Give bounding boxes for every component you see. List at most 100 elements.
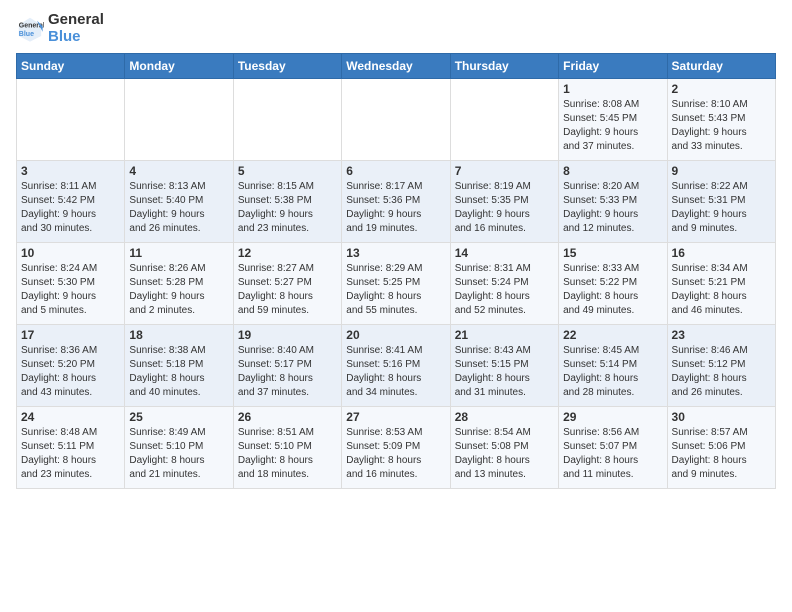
week-row-2: 3Sunrise: 8:11 AMSunset: 5:42 PMDaylight… (17, 161, 776, 243)
day-number: 5 (238, 164, 337, 178)
day-number: 11 (129, 246, 228, 260)
day-number: 13 (346, 246, 445, 260)
day-number: 7 (455, 164, 554, 178)
day-number: 21 (455, 328, 554, 342)
logo-blue: Blue (48, 29, 104, 46)
day-cell (450, 79, 558, 161)
day-info: Sunrise: 8:17 AMSunset: 5:36 PMDaylight:… (346, 180, 445, 236)
logo: General Blue General Blue (16, 12, 104, 45)
page-container: General Blue General Blue SundayMondayTu… (0, 0, 792, 497)
day-info: Sunrise: 8:54 AMSunset: 5:08 PMDaylight:… (455, 426, 554, 482)
day-number: 6 (346, 164, 445, 178)
day-cell: 17Sunrise: 8:36 AMSunset: 5:20 PMDayligh… (17, 325, 125, 407)
week-row-3: 10 Sunrise: 8:24 AMSunset: 5:30 PMDayligh… (17, 243, 776, 325)
day-number: 10 (21, 246, 120, 260)
col-header-friday: Friday (559, 54, 667, 79)
day-info: Sunrise: 8:38 AMSunset: 5:18 PMDaylight:… (129, 344, 228, 400)
day-number: 14 (455, 246, 554, 260)
day-cell: 6 Sunrise: 8:17 AMSunset: 5:36 PMDaylight… (342, 161, 450, 243)
day-cell (342, 79, 450, 161)
day-cell: 20 Sunrise: 8:41 AMSunset: 5:16 PMDayligh… (342, 325, 450, 407)
svg-text:Blue: Blue (19, 31, 34, 38)
day-cell (233, 79, 341, 161)
day-info: Sunrise: 8:15 AMSunset: 5:38 PMDaylight:… (238, 180, 337, 236)
day-info: Sunrise: 8:36 AMSunset: 5:20 PMDaylight:… (21, 344, 120, 400)
day-info: Sunrise: 8:19 AMSunset: 5:35 PMDaylight:… (455, 180, 554, 236)
day-cell: 25 Sunrise: 8:49 AMSunset: 5:10 PMDayligh… (125, 407, 233, 489)
day-info: Sunrise: 8:27 AMSunset: 5:27 PMDaylight:… (238, 262, 337, 318)
week-row-5: 24Sunrise: 8:48 AMSunset: 5:11 PMDayligh… (17, 407, 776, 489)
day-cell: 15 Sunrise: 8:33 AMSunset: 5:22 PMDayligh… (559, 243, 667, 325)
day-cell (17, 79, 125, 161)
day-info: Sunrise: 8:57 AMSunset: 5:06 PMDaylight:… (672, 426, 771, 482)
day-number: 28 (455, 410, 554, 424)
day-number: 3 (21, 164, 120, 178)
day-cell: 16 Sunrise: 8:34 AMSunset: 5:21 PMDayligh… (667, 243, 775, 325)
col-header-monday: Monday (125, 54, 233, 79)
day-cell: 27 Sunrise: 8:53 AMSunset: 5:09 PMDayligh… (342, 407, 450, 489)
day-info: Sunrise: 8:51 AMSunset: 5:10 PMDaylight:… (238, 426, 337, 482)
day-number: 26 (238, 410, 337, 424)
day-info: Sunrise: 8:29 AMSunset: 5:25 PMDaylight:… (346, 262, 445, 318)
day-cell: 23 Sunrise: 8:46 AMSunset: 5:12 PMDayligh… (667, 325, 775, 407)
day-number: 9 (672, 164, 771, 178)
day-cell: 10 Sunrise: 8:24 AMSunset: 5:30 PMDayligh… (17, 243, 125, 325)
day-cell: 12 Sunrise: 8:27 AMSunset: 5:27 PMDayligh… (233, 243, 341, 325)
day-cell: 8 Sunrise: 8:20 AMSunset: 5:33 PMDaylight… (559, 161, 667, 243)
day-number: 15 (563, 246, 662, 260)
day-info: Sunrise: 8:49 AMSunset: 5:10 PMDaylight:… (129, 426, 228, 482)
day-number: 22 (563, 328, 662, 342)
day-cell: 11Sunrise: 8:26 AMSunset: 5:28 PMDayligh… (125, 243, 233, 325)
day-cell (125, 79, 233, 161)
day-cell: 9 Sunrise: 8:22 AMSunset: 5:31 PMDaylight… (667, 161, 775, 243)
day-number: 20 (346, 328, 445, 342)
calendar-table: SundayMondayTuesdayWednesdayThursdayFrid… (16, 53, 776, 489)
day-cell: 3Sunrise: 8:11 AMSunset: 5:42 PMDaylight… (17, 161, 125, 243)
day-cell: 13 Sunrise: 8:29 AMSunset: 5:25 PMDayligh… (342, 243, 450, 325)
day-info: Sunrise: 8:34 AMSunset: 5:21 PMDaylight:… (672, 262, 771, 318)
day-info: Sunrise: 8:45 AMSunset: 5:14 PMDaylight:… (563, 344, 662, 400)
day-info: Sunrise: 8:33 AMSunset: 5:22 PMDaylight:… (563, 262, 662, 318)
day-number: 4 (129, 164, 228, 178)
col-header-saturday: Saturday (667, 54, 775, 79)
day-number: 25 (129, 410, 228, 424)
day-info: Sunrise: 8:10 AMSunset: 5:43 PMDaylight:… (672, 98, 771, 154)
day-cell: 21Sunrise: 8:43 AMSunset: 5:15 PMDayligh… (450, 325, 558, 407)
day-cell: 30 Sunrise: 8:57 AMSunset: 5:06 PMDayligh… (667, 407, 775, 489)
day-info: Sunrise: 8:22 AMSunset: 5:31 PMDaylight:… (672, 180, 771, 236)
day-number: 29 (563, 410, 662, 424)
logo-general: General (48, 12, 104, 29)
day-number: 27 (346, 410, 445, 424)
day-cell: 14 Sunrise: 8:31 AMSunset: 5:24 PMDayligh… (450, 243, 558, 325)
day-info: Sunrise: 8:13 AMSunset: 5:40 PMDaylight:… (129, 180, 228, 236)
day-info: Sunrise: 8:24 AMSunset: 5:30 PMDaylight:… (21, 262, 120, 318)
day-number: 1 (563, 82, 662, 96)
day-cell: 22 Sunrise: 8:45 AMSunset: 5:14 PMDayligh… (559, 325, 667, 407)
day-number: 30 (672, 410, 771, 424)
week-row-1: 1 Sunrise: 8:08 AMSunset: 5:45 PMDaylight… (17, 79, 776, 161)
day-number: 12 (238, 246, 337, 260)
day-cell: 19Sunrise: 8:40 AMSunset: 5:17 PMDayligh… (233, 325, 341, 407)
day-number: 16 (672, 246, 771, 260)
day-cell: 4 Sunrise: 8:13 AMSunset: 5:40 PMDaylight… (125, 161, 233, 243)
day-info: Sunrise: 8:08 AMSunset: 5:45 PMDaylight:… (563, 98, 662, 154)
day-info: Sunrise: 8:46 AMSunset: 5:12 PMDaylight:… (672, 344, 771, 400)
day-cell: 24Sunrise: 8:48 AMSunset: 5:11 PMDayligh… (17, 407, 125, 489)
day-info: Sunrise: 8:20 AMSunset: 5:33 PMDaylight:… (563, 180, 662, 236)
day-number: 8 (563, 164, 662, 178)
day-info: Sunrise: 8:48 AMSunset: 5:11 PMDaylight:… (21, 426, 120, 482)
day-info: Sunrise: 8:41 AMSunset: 5:16 PMDaylight:… (346, 344, 445, 400)
col-header-wednesday: Wednesday (342, 54, 450, 79)
day-info: Sunrise: 8:31 AMSunset: 5:24 PMDaylight:… (455, 262, 554, 318)
day-cell: 18Sunrise: 8:38 AMSunset: 5:18 PMDayligh… (125, 325, 233, 407)
day-number: 23 (672, 328, 771, 342)
week-row-4: 17Sunrise: 8:36 AMSunset: 5:20 PMDayligh… (17, 325, 776, 407)
day-cell: 1 Sunrise: 8:08 AMSunset: 5:45 PMDaylight… (559, 79, 667, 161)
col-header-sunday: Sunday (17, 54, 125, 79)
day-cell: 5 Sunrise: 8:15 AMSunset: 5:38 PMDaylight… (233, 161, 341, 243)
day-info: Sunrise: 8:53 AMSunset: 5:09 PMDaylight:… (346, 426, 445, 482)
day-info: Sunrise: 8:40 AMSunset: 5:17 PMDaylight:… (238, 344, 337, 400)
col-header-tuesday: Tuesday (233, 54, 341, 79)
day-cell: 7 Sunrise: 8:19 AMSunset: 5:35 PMDaylight… (450, 161, 558, 243)
day-info: Sunrise: 8:56 AMSunset: 5:07 PMDaylight:… (563, 426, 662, 482)
